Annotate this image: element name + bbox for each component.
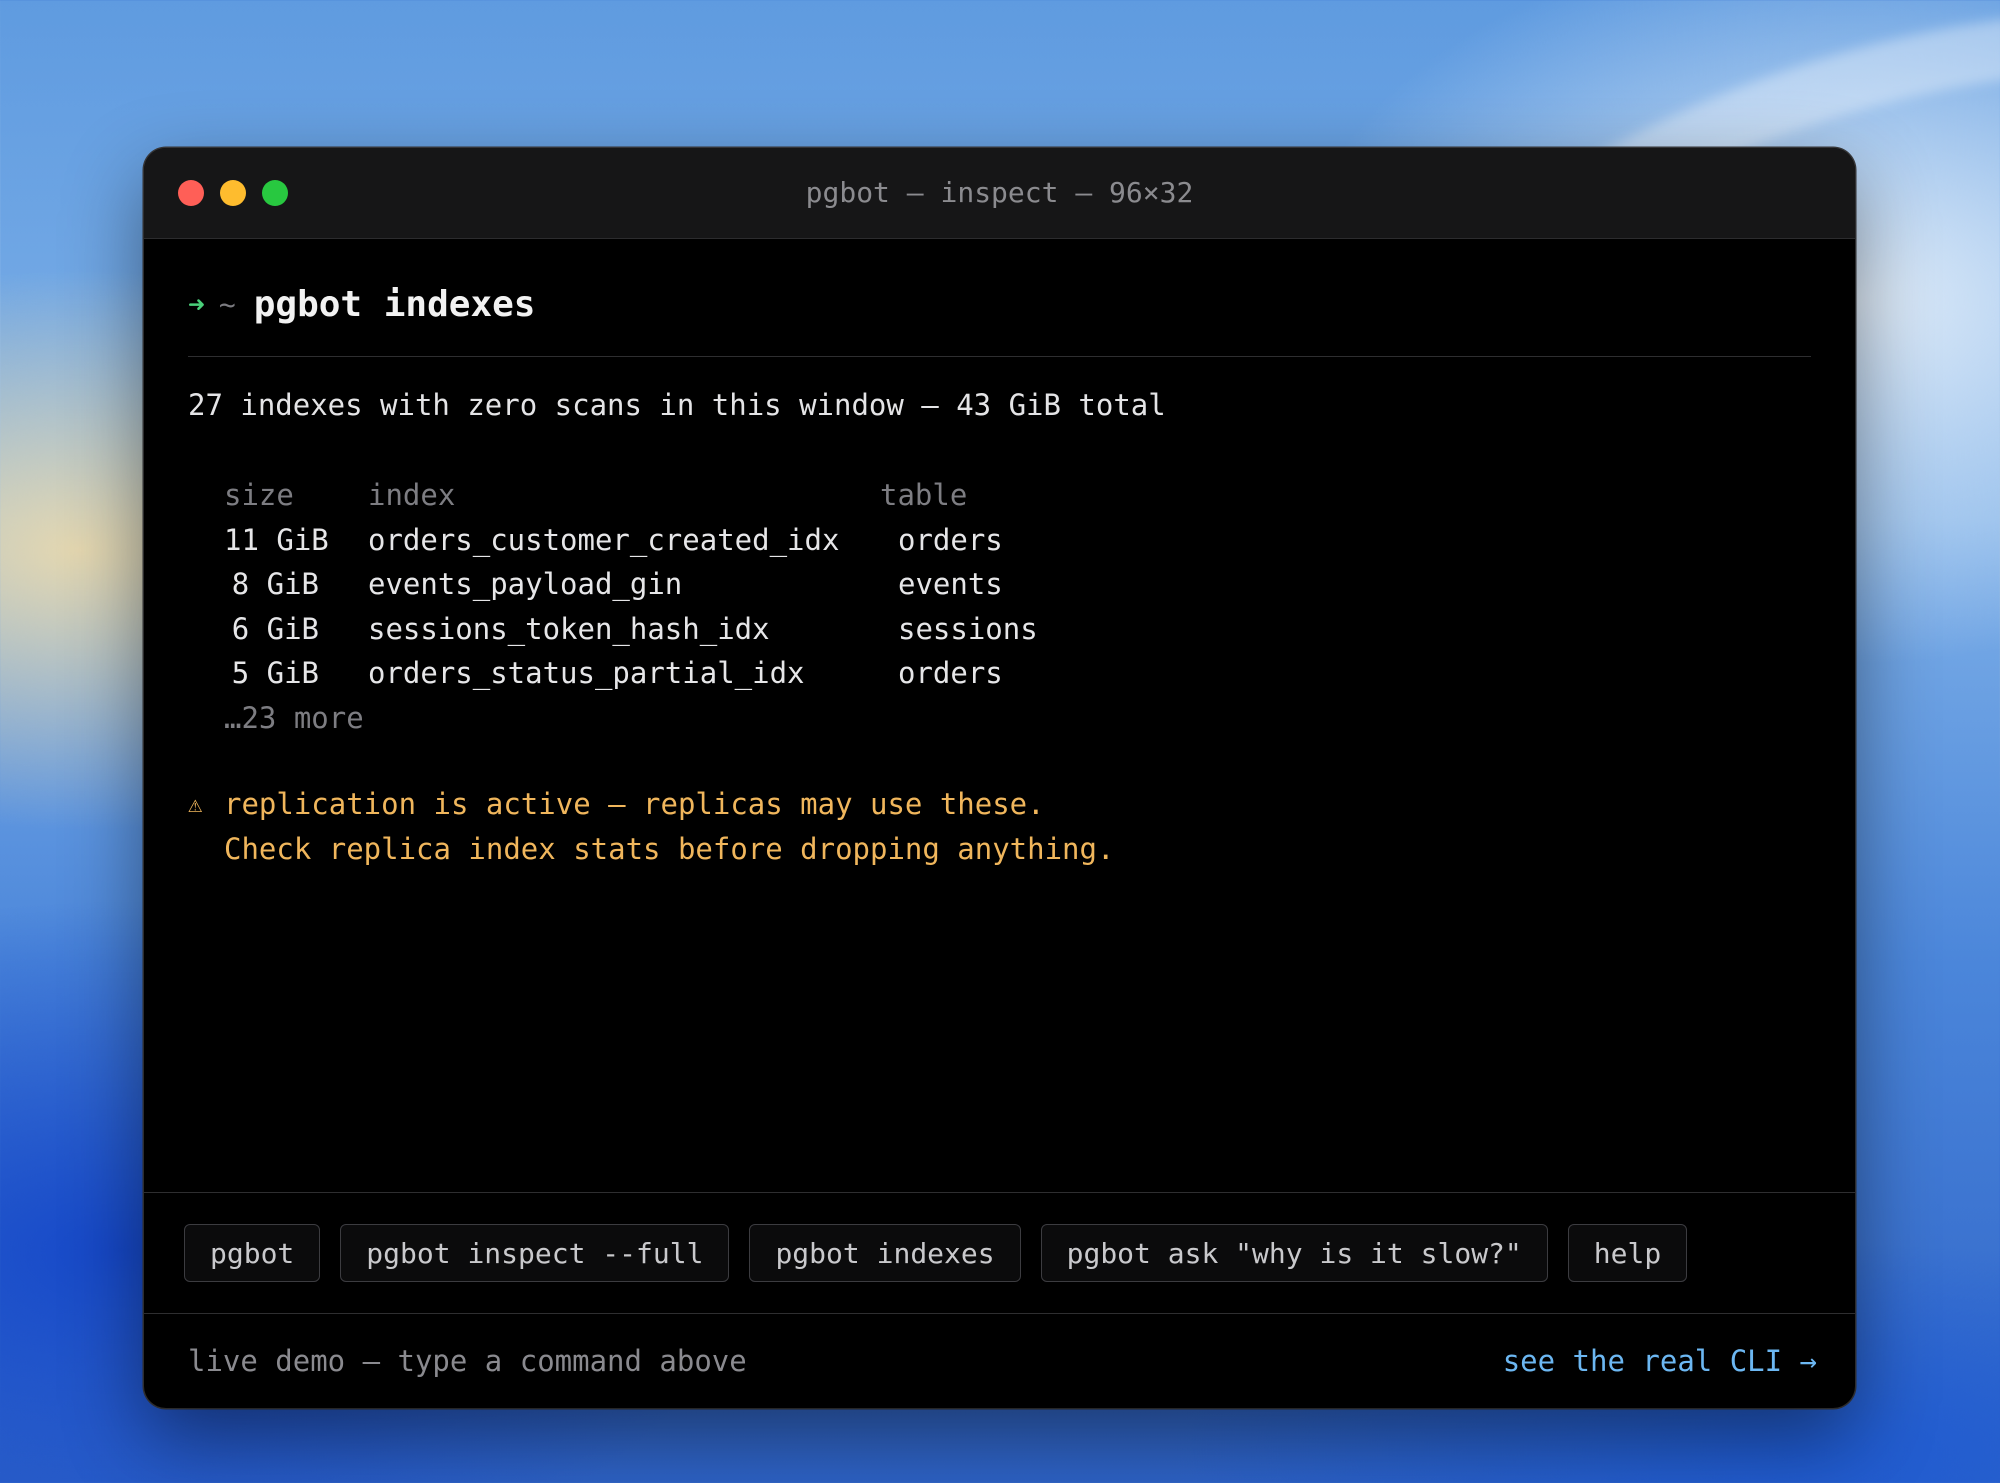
table-header: size index table <box>188 473 1811 518</box>
row-index: sessions_token_hash_idx <box>368 611 770 646</box>
terminal-window: pgbot — inspect — 96×32 ➜ ~ pgbot indexe… <box>144 148 1855 1408</box>
command-chip-ask[interactable]: pgbot ask "why is it slow?" <box>1040 1224 1548 1282</box>
summary-line: 27 indexes with zero scans in this windo… <box>188 388 1166 422</box>
row-table: orders <box>898 656 1003 690</box>
prompt-line: ➜ ~ pgbot indexes <box>188 278 1811 330</box>
row-size: 5 GiB <box>231 656 319 690</box>
header-table: table <box>880 478 968 512</box>
replication-warning: ⚠ replication is active — replicas may u… <box>188 782 1811 872</box>
warning-line-2: Check replica index stats before droppin… <box>188 827 1811 872</box>
prompt-cwd: ~ <box>218 287 236 321</box>
warning-line-1: ⚠ replication is active — replicas may u… <box>188 782 1811 827</box>
prompt-arrow-icon: ➜ <box>188 287 205 321</box>
real-cli-link[interactable]: see the real CLI → <box>1503 1344 1817 1378</box>
prompt-command: pgbot indexes <box>253 283 536 325</box>
row-size: 8 GiB <box>231 567 319 601</box>
row-index: orders_customer_created_idx <box>368 522 840 557</box>
footer: live demo — type a command above see the… <box>188 1314 1817 1408</box>
header-size: size <box>224 478 294 512</box>
row-size: 11 GiB <box>224 522 329 557</box>
warning-text-1: replication is active — replicas may use… <box>224 787 1045 821</box>
title-bar: pgbot — inspect — 96×32 <box>144 148 1855 239</box>
row-table: events <box>898 567 1003 601</box>
table-row: 6 GiB sessions_token_hash_idx sessions <box>188 607 1811 652</box>
command-chip-inspect-full[interactable]: pgbot inspect --full <box>340 1224 730 1282</box>
row-table: orders <box>898 522 1003 557</box>
row-index: orders_status_partial_idx <box>368 656 805 690</box>
table-row: 11 GiB orders_customer_created_idx order… <box>188 518 1811 563</box>
table-row: 8 GiB events_payload_gin events <box>188 562 1811 607</box>
command-chip-help[interactable]: help <box>1567 1224 1688 1282</box>
window-title: pgbot — inspect — 96×32 <box>805 176 1194 209</box>
more-rows-text: …23 more <box>224 700 364 735</box>
row-index: events_payload_gin <box>368 567 683 601</box>
header-index: index <box>368 478 456 512</box>
row-size: 6 GiB <box>231 611 319 646</box>
command-chip-indexes[interactable]: pgbot indexes <box>749 1224 1021 1282</box>
warning-icon: ⚠ <box>188 790 203 818</box>
warning-text-2: Check replica index stats before droppin… <box>224 832 1115 866</box>
index-table: size index table 11 GiB orders_customer_… <box>188 473 1811 740</box>
command-suggestions: pgbot pgbot inspect --full pgbot indexes… <box>144 1192 1855 1314</box>
command-chip-pgbot[interactable]: pgbot <box>184 1224 321 1282</box>
row-table: sessions <box>898 611 1038 646</box>
divider <box>188 356 1811 357</box>
terminal-output: ➜ ~ pgbot indexes 27 indexes with zero s… <box>188 238 1811 872</box>
table-row: 5 GiB orders_status_partial_idx orders <box>188 651 1811 696</box>
footer-hint: live demo — type a command above <box>188 1344 747 1378</box>
